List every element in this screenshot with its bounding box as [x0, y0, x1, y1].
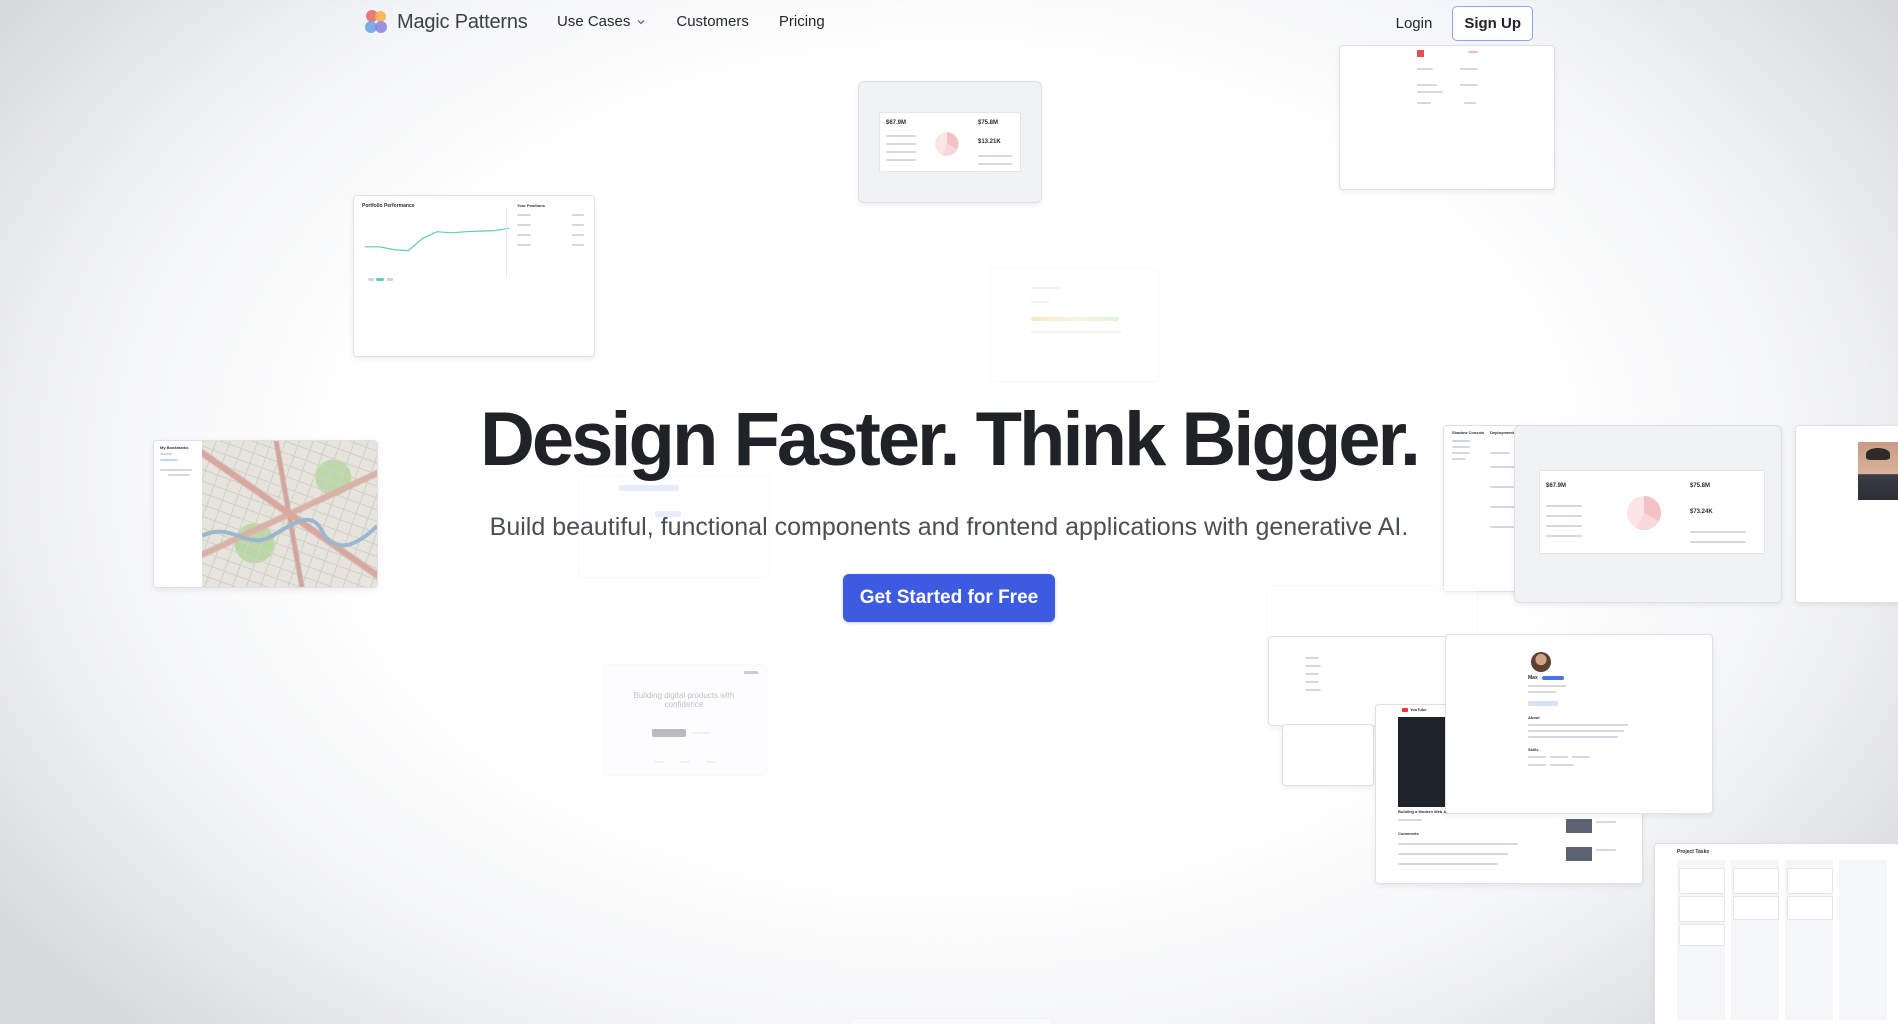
avatar [1531, 652, 1551, 672]
finance-top-value-c: $13.21K [978, 139, 1001, 145]
nav-customers[interactable]: Customers [676, 13, 749, 30]
hero-title: Design Faster. Think Bigger. [479, 397, 1421, 482]
preview-small-blank[interactable] [1282, 724, 1374, 786]
finance-right-value-a: $67.9M [1546, 483, 1567, 489]
preview-bottom-edge[interactable] [850, 1018, 1052, 1024]
landing-title: Building digital products with confidenc… [633, 691, 735, 709]
video-brand: YouTube [1410, 707, 1427, 712]
top-nav: Magic Patterns Use Cases Customers Prici… [0, 0, 1898, 44]
nav-use-cases-label: Use Cases [557, 13, 631, 30]
preview-portfolio[interactable]: Portfolio Performance Your Positions [353, 195, 595, 357]
finance-right-value-b: $75.8M [1690, 483, 1711, 489]
kanban-title: Project Tasks [1677, 849, 1710, 855]
finance-top-value-b: $75.8M [978, 120, 999, 126]
profile-skills-label: Skills [1528, 747, 1539, 752]
brand-name: Magic Patterns [397, 10, 528, 33]
nav-customers-label: Customers [676, 13, 749, 30]
nav-links: Use Cases Customers Pricing [557, 13, 825, 30]
nav-pricing-label: Pricing [778, 13, 825, 30]
login-link[interactable]: Login [1396, 15, 1433, 32]
hero-subtitle: Build beautiful, functional components a… [489, 513, 1409, 541]
profile-name: Max [1528, 675, 1538, 681]
nav-auth: Login Sign Up [1396, 6, 1533, 41]
pie-chart-icon [935, 132, 959, 156]
video-comments-label: Comments [1398, 831, 1419, 836]
nav-pricing[interactable]: Pricing [779, 13, 825, 30]
preview-faded-stats[interactable] [990, 268, 1160, 382]
get-started-button[interactable]: Get Started for Free [843, 574, 1055, 622]
finance-top-value-a: $67.9M [886, 120, 907, 126]
preview-landing[interactable]: Building digital products with confidenc… [603, 664, 767, 776]
portfolio-line [365, 227, 510, 252]
portfolio-title: Portfolio Performance [362, 203, 415, 209]
preview-kanban[interactable]: Project Tasks [1654, 843, 1898, 1024]
chevron-down-icon [637, 19, 645, 24]
magic-patterns-logo-icon [365, 10, 389, 34]
preview-finance-top[interactable]: $67.9M $75.8M $13.21K [858, 81, 1042, 203]
portfolio-line-chart [365, 227, 510, 252]
signup-button[interactable]: Sign Up [1452, 6, 1533, 41]
youtube-logo-icon [1402, 708, 1408, 712]
brand-link[interactable]: Magic Patterns [365, 10, 528, 34]
preview-receipt[interactable] [1339, 45, 1555, 190]
video-player[interactable] [1398, 717, 1446, 807]
profile-about-label: About [1528, 715, 1540, 720]
portfolio-side-title: Your Positions [517, 203, 545, 208]
nav-use-cases[interactable]: Use Cases [557, 13, 646, 30]
preview-profile[interactable]: Max About Skills [1445, 634, 1713, 814]
